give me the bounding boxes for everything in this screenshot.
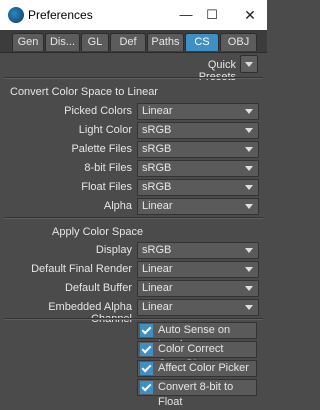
dropdown-default-buffer[interactable]: Linear [137, 280, 259, 297]
tab-display[interactable]: Dis... [45, 33, 80, 51]
dropdown-light-color[interactable]: sRGB [137, 122, 259, 139]
dropdown-value: sRGB [142, 181, 172, 193]
dropdown-value: sRGB [142, 244, 172, 256]
label-display: Display [95, 244, 132, 256]
quick-presets-label: Quick Presets [199, 59, 236, 83]
checkbox-label: Convert 8-bit to Float [158, 381, 234, 408]
section-title-convert: Convert Color Space to Linear [10, 86, 158, 98]
checkbox-color-correct-opengl[interactable]: Color Correct OpenGL [137, 341, 257, 370]
label-palette-files: Palette Files [71, 143, 132, 155]
dropdown-value: Linear [142, 301, 173, 313]
dropdown-picked-colors[interactable]: Linear [137, 103, 259, 120]
chevron-down-icon [245, 248, 253, 253]
label-embedded-alpha-channel: Embedded Alpha Channel [48, 301, 132, 325]
tab-gen[interactable]: Gen [12, 33, 44, 51]
divider [4, 77, 263, 79]
dropdown-default-final-render[interactable]: Linear [137, 261, 259, 278]
chevron-down-icon [245, 305, 253, 310]
checkbox-auto-sense-on-load[interactable]: Auto Sense on Load [137, 322, 257, 351]
chevron-down-icon [245, 286, 253, 291]
label-default-final-render: Default Final Render [31, 263, 132, 275]
checkbox-affect-color-picker[interactable]: Affect Color Picker [137, 360, 257, 377]
dropdown-alpha[interactable]: Linear [137, 198, 259, 215]
dropdown-value: sRGB [142, 162, 172, 174]
dropdown-value: Linear [142, 200, 173, 212]
check-icon [140, 343, 153, 356]
chevron-down-icon [245, 166, 253, 171]
chevron-down-icon [245, 267, 253, 272]
tab-paths[interactable]: Paths [147, 33, 184, 51]
label-light-color: Light Color [78, 124, 132, 136]
quick-presets-button[interactable] [240, 55, 258, 73]
close-button[interactable]: ✕ [240, 5, 260, 25]
check-icon [140, 362, 153, 375]
section-title-apply: Apply Color Space [52, 226, 144, 238]
check-icon [140, 381, 153, 394]
title-bar: Preferences — ☐ ✕ [0, 0, 267, 30]
dropdown-display[interactable]: sRGB [137, 242, 259, 259]
maximize-button[interactable]: ☐ [202, 5, 222, 25]
minimize-button[interactable]: — [176, 5, 196, 25]
dropdown-palette-files[interactable]: sRGB [137, 141, 259, 158]
dropdown-value: Linear [142, 282, 173, 294]
chevron-down-icon [245, 109, 253, 114]
label-picked-colors: Picked Colors [64, 105, 132, 117]
app-icon [8, 7, 24, 23]
check-icon [140, 324, 153, 337]
checkbox-convert-8bit-to-float[interactable]: Convert 8-bit to Float [137, 379, 257, 408]
dropdown-embedded-alpha-channel[interactable]: Linear [137, 299, 259, 316]
label-alpha: Alpha [103, 200, 132, 212]
tab-def[interactable]: Def [110, 33, 146, 51]
tab-bar: Gen Dis... GL Def Paths CS OBJ [0, 30, 267, 53]
chevron-down-icon [245, 128, 253, 133]
dropdown-8bit-files[interactable]: sRGB [137, 160, 259, 177]
dropdown-value: Linear [142, 105, 173, 117]
label-default-buffer: Default Buffer [64, 282, 132, 294]
dropdown-value: sRGB [142, 143, 172, 155]
tab-cs[interactable]: CS [185, 33, 219, 51]
label-float-files: Float Files [81, 181, 132, 193]
chevron-down-icon [245, 204, 253, 209]
checkbox-label: Affect Color Picker [158, 362, 249, 374]
divider [4, 217, 263, 219]
label-8bit-files: 8-bit Files [84, 162, 132, 174]
divider [4, 318, 263, 320]
tab-obj[interactable]: OBJ [220, 33, 257, 51]
tab-gl[interactable]: GL [81, 33, 109, 51]
dropdown-value: Linear [142, 263, 173, 275]
dropdown-value: sRGB [142, 124, 172, 136]
window-title: Preferences [28, 8, 93, 22]
chevron-down-icon [245, 147, 253, 152]
dropdown-float-files[interactable]: sRGB [137, 179, 259, 196]
chevron-down-icon [245, 185, 253, 190]
